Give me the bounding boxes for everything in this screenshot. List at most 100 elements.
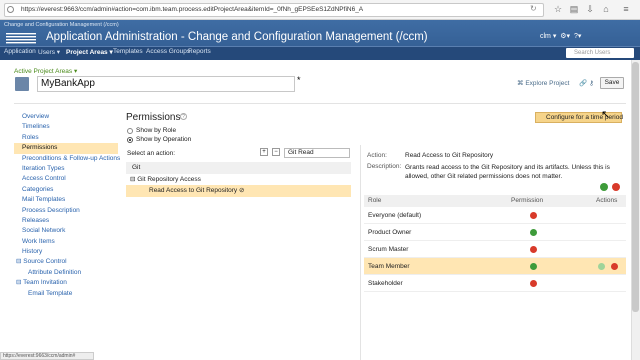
sidebar-item-releases[interactable]: Releases xyxy=(14,216,118,226)
section-title: Permissions xyxy=(126,112,181,123)
home-icon[interactable]: ⌂ xyxy=(600,3,612,16)
nav-users[interactable]: Users ▾ xyxy=(38,48,60,56)
explore-icon: ⌘ xyxy=(517,80,524,87)
col-role: Role xyxy=(368,197,382,204)
description-label: Description: xyxy=(367,163,402,170)
revoke-icon[interactable] xyxy=(611,263,618,270)
tree-row-git[interactable]: Git xyxy=(126,162,351,174)
help-icon[interactable]: ? xyxy=(180,113,187,120)
select-action-label: Select an action: xyxy=(127,150,176,157)
sidebar-item-iteration-types[interactable]: Iteration Types xyxy=(14,164,118,174)
star-icon[interactable]: ☆ xyxy=(552,3,564,16)
link-icon[interactable]: 🔗 xyxy=(579,80,587,87)
description-value: Grants read access to the Git Repository… xyxy=(405,164,610,180)
sidebar-item-timelines[interactable]: Timelines xyxy=(14,122,118,132)
ibm-logo-icon xyxy=(6,33,36,44)
sidebar-item-history[interactable]: History xyxy=(14,247,118,257)
project-area-name-field[interactable]: MyBankApp xyxy=(37,76,295,92)
help-icon[interactable]: ?▾ xyxy=(574,33,581,40)
expand-all-icon[interactable]: + xyxy=(260,148,268,156)
divider xyxy=(14,103,626,104)
sidebar-item-team-invitation[interactable]: ⊟ Team Invitation xyxy=(14,278,118,288)
divider xyxy=(360,145,361,360)
action-tree: Git ⊟ Git Repository Access Read Access … xyxy=(126,162,351,197)
user-chevron-icon[interactable]: ▾ xyxy=(553,33,557,40)
col-permission: Permission xyxy=(511,197,544,204)
sidebar-item-email-template[interactable]: Email Template xyxy=(14,289,118,299)
deny-icon[interactable] xyxy=(530,246,537,253)
show-by-operation-radio[interactable] xyxy=(127,137,133,143)
action-filter-input[interactable]: Git Read xyxy=(284,148,350,158)
sidebar-item-access-control[interactable]: Access Control xyxy=(14,174,118,184)
settings-icon[interactable]: ⚙▾ xyxy=(560,33,570,40)
show-by-role-label: Show by Role xyxy=(136,127,177,134)
save-button[interactable]: Save xyxy=(600,77,624,89)
required-marker: * xyxy=(297,75,301,85)
role-name: Team Member xyxy=(368,263,410,270)
download-icon[interactable]: ⇩ xyxy=(584,3,596,16)
header-tools: clm ▾ ⚙▾ ?▾ xyxy=(540,32,581,40)
grant-all-icon[interactable] xyxy=(600,183,608,191)
deny-icon[interactable] xyxy=(530,212,537,219)
reload-icon[interactable]: ↻ xyxy=(530,4,542,15)
role-name: Stakeholder xyxy=(368,280,403,287)
active-project-areas-link[interactable]: Active Project Areas ▾ xyxy=(14,67,77,75)
role-name: Everyone (default) xyxy=(368,212,422,219)
role-name: Scrum Master xyxy=(368,246,409,253)
collapse-all-icon[interactable]: − xyxy=(272,148,280,156)
sidebar-item-mail-templates[interactable]: Mail Templates xyxy=(14,195,118,205)
breadcrumb: Change and Configuration Management (/cc… xyxy=(4,22,119,28)
nav-application[interactable]: Application xyxy=(4,48,36,55)
sidebar-item-preconditions[interactable]: Preconditions & Follow-up Actions xyxy=(14,154,120,164)
status-bar: https://everest:9663/ccm/admin# xyxy=(0,352,94,360)
configure-label: Configure for a time period xyxy=(546,114,623,121)
grant-icon[interactable] xyxy=(598,263,605,270)
action-value: Read Access to Git Repository xyxy=(405,152,494,159)
explore-project-link[interactable]: ⌘ Explore Project 🔗 ⚷ xyxy=(517,79,594,87)
bookmarks-icon[interactable]: ▤ xyxy=(568,3,580,16)
sidebar-item-categories[interactable]: Categories xyxy=(14,185,118,195)
action-label: Action: xyxy=(367,152,387,159)
sidebar-item-social-network[interactable]: Social Network xyxy=(14,226,118,236)
table-row: Everyone (default) xyxy=(364,207,626,224)
allow-icon[interactable] xyxy=(530,229,537,236)
sidebar-item-roles[interactable]: Roles xyxy=(14,133,118,143)
scrollbar-thumb[interactable] xyxy=(632,62,639,312)
user-menu[interactable]: clm xyxy=(540,33,551,40)
explore-label: Explore Project xyxy=(525,80,570,87)
lock-icon xyxy=(7,6,14,13)
url-input[interactable]: https://everest:9663/ccm/admin#action=co… xyxy=(4,3,544,17)
sidebar-item-overview[interactable]: Overview xyxy=(14,112,118,122)
allow-icon[interactable] xyxy=(530,263,537,270)
table-row: Scrum Master xyxy=(364,241,626,258)
sidebar-item-process-description[interactable]: Process Description xyxy=(14,206,118,216)
deny-icon[interactable] xyxy=(530,280,537,287)
col-actions: Actions xyxy=(596,197,618,204)
revoke-all-icon[interactable] xyxy=(612,183,620,191)
key-icon[interactable]: ⚷ xyxy=(589,80,594,87)
nav-reports[interactable]: Reports xyxy=(188,48,211,55)
menu-icon[interactable]: ≡ xyxy=(620,3,632,16)
mouse-cursor-icon: ↖ xyxy=(601,109,611,121)
table-header: Role Permission Actions xyxy=(364,195,626,207)
sidebar-item-work-items[interactable]: Work Items xyxy=(14,237,118,247)
sidebar: Overview Timelines Roles Permissions Pre… xyxy=(14,112,120,299)
role-name: Product Owner xyxy=(368,229,412,236)
table-row: Product Owner xyxy=(364,224,626,241)
role-permissions-table: Role Permission Actions Everyone (defaul… xyxy=(364,195,626,292)
tree-row-read-access[interactable]: Read Access to Git Repository ⊘ xyxy=(126,185,351,197)
tree-row-git-repository-access[interactable]: ⊟ Git Repository Access xyxy=(126,174,351,186)
page-title: Application Administration - Change and … xyxy=(46,31,428,43)
table-row[interactable]: Team Member xyxy=(364,258,626,275)
show-by-operation-label: Show by Operation xyxy=(136,136,192,143)
nav-access-groups[interactable]: Access Groups xyxy=(146,48,190,55)
sidebar-item-permissions[interactable]: Permissions xyxy=(14,143,118,154)
sidebar-item-attribute-definition[interactable]: Attribute Definition xyxy=(14,268,118,278)
show-by-role-radio[interactable] xyxy=(127,128,133,134)
table-row: Stakeholder xyxy=(364,275,626,292)
project-area-icon xyxy=(15,77,29,91)
nav-project-areas[interactable]: Project Areas ▾ xyxy=(66,48,113,56)
sidebar-item-source-control[interactable]: ⊟ Source Control xyxy=(14,257,118,267)
nav-templates[interactable]: Templates xyxy=(113,48,143,55)
search-input[interactable]: Search Users xyxy=(566,48,634,58)
